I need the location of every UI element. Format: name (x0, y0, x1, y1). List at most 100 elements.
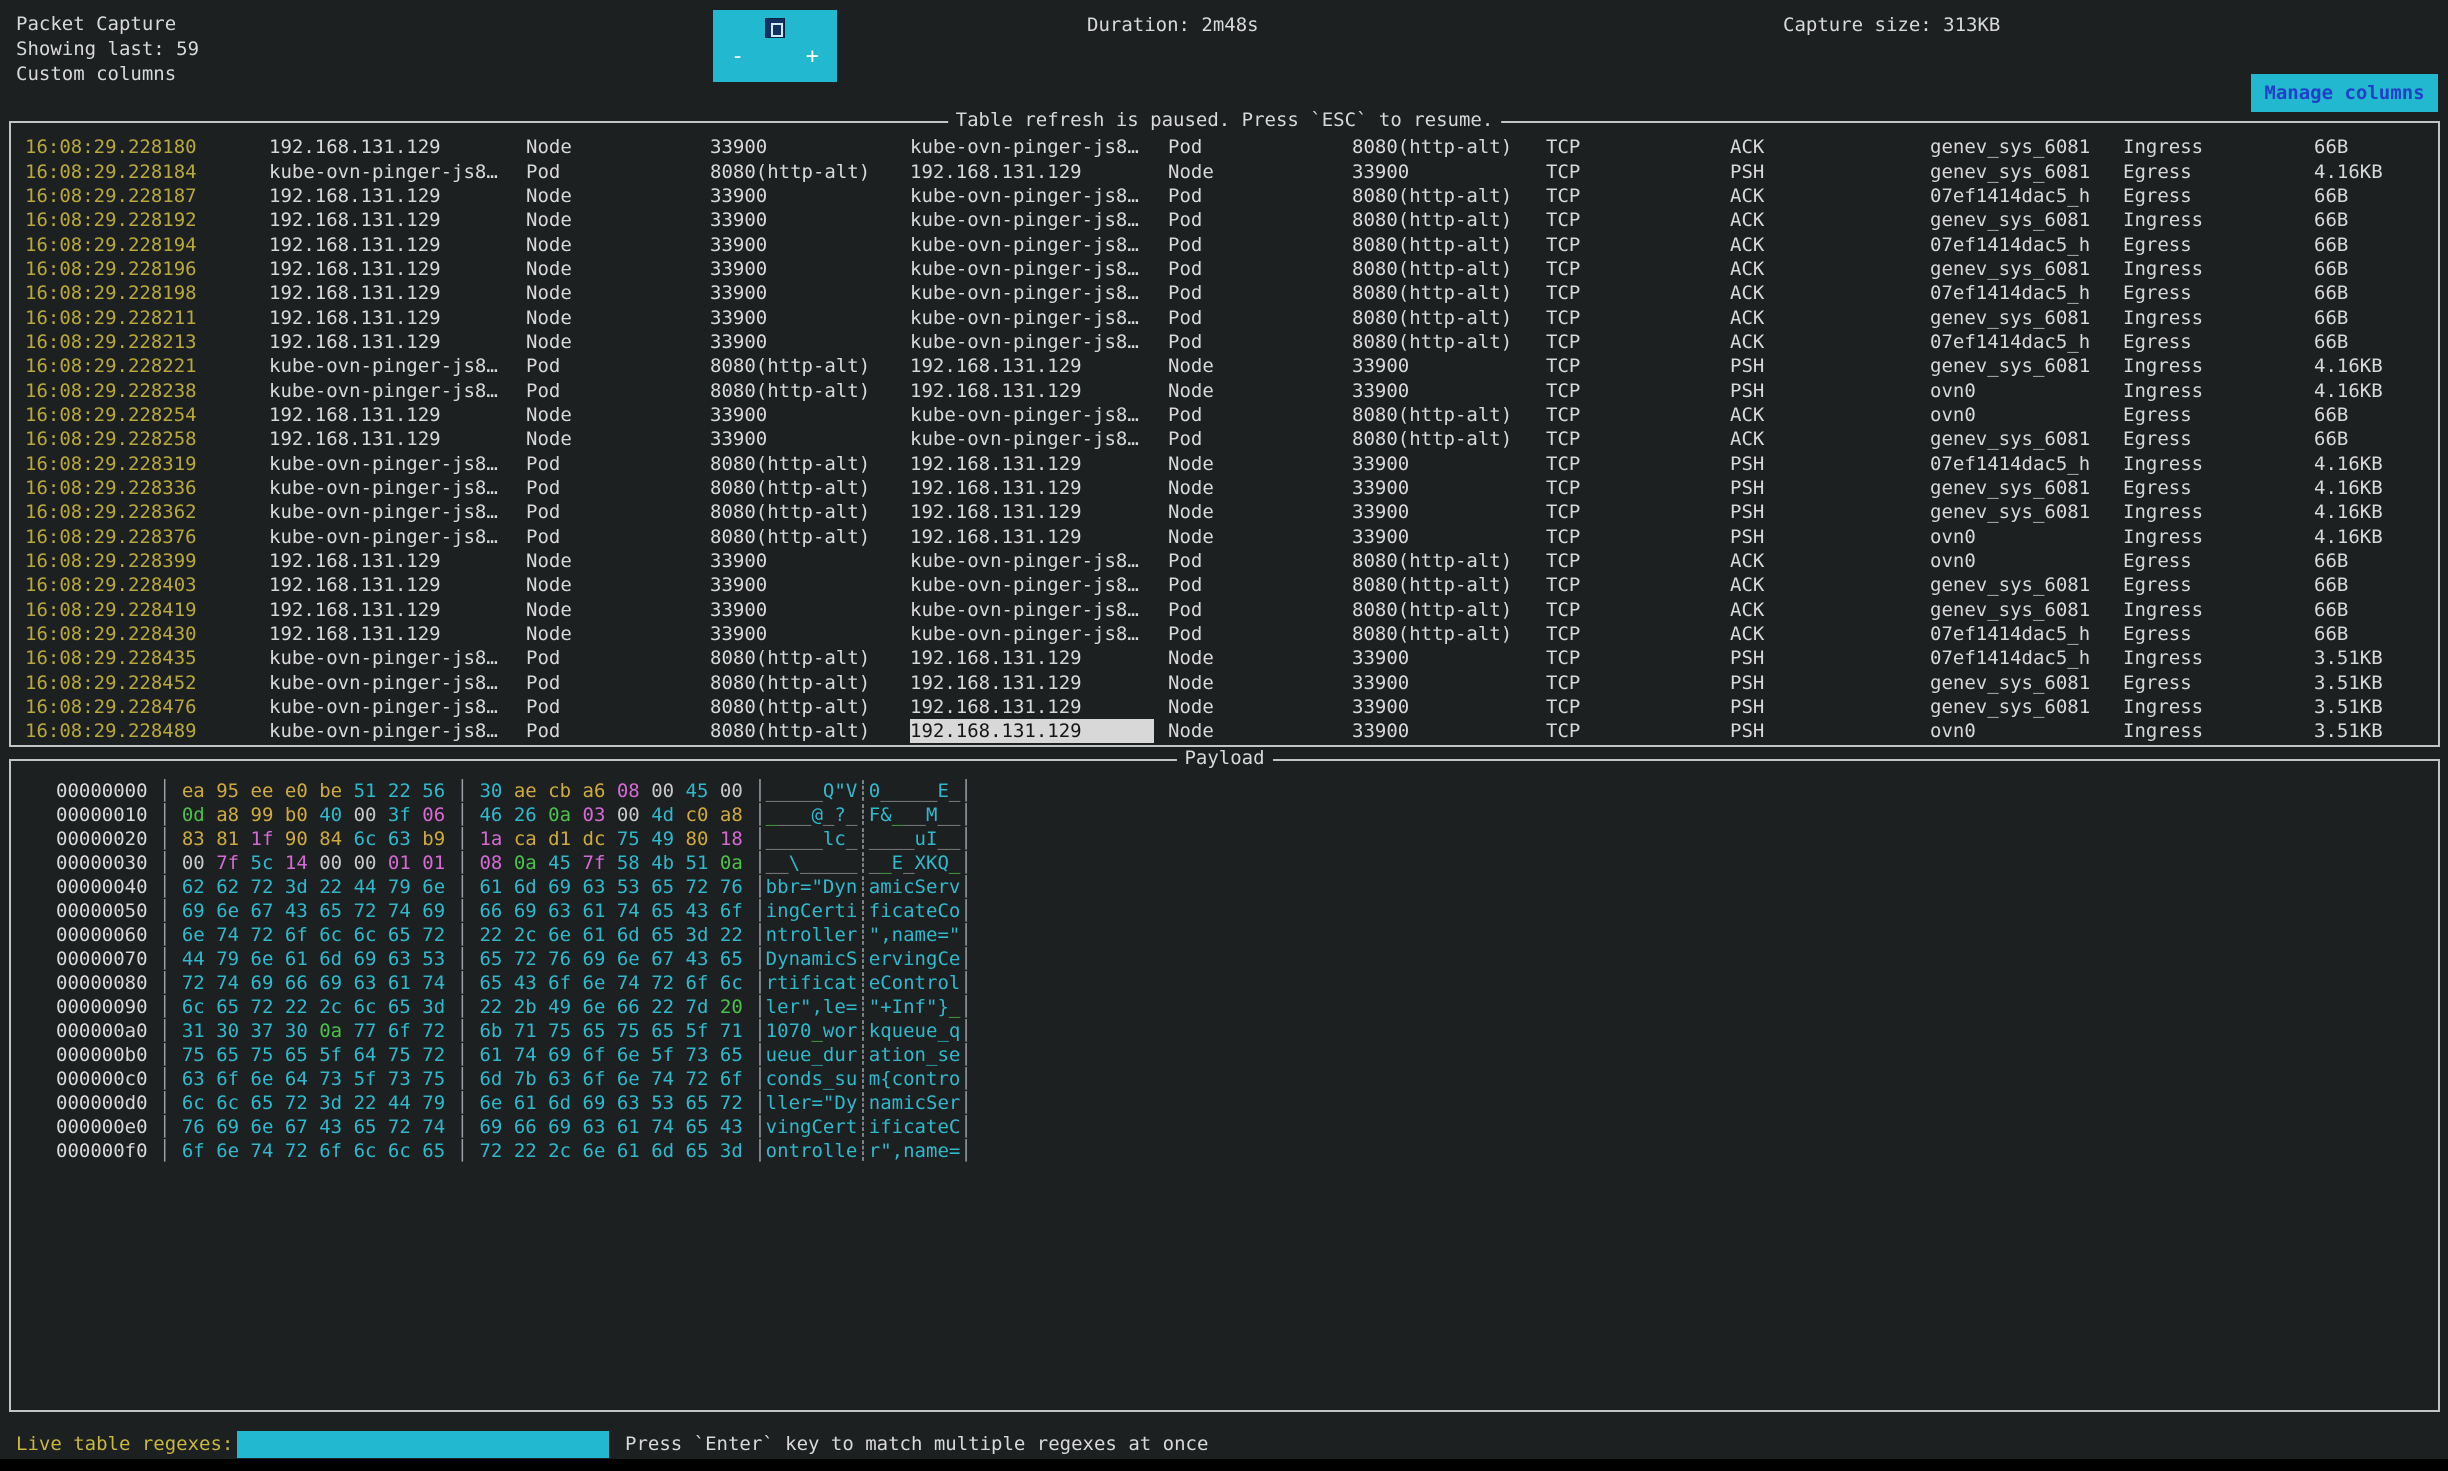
table-cell: Node (526, 233, 710, 257)
table-cell: Pod (526, 452, 710, 476)
payload-frame: Payload 00000000 │ ea 95 ee e0 be 51 22 … (9, 759, 2440, 1412)
table-cell: 16:08:29.228211 (25, 306, 269, 330)
table-row[interactable]: 16:08:29.228213192.168.131.129Node33900k… (11, 330, 2438, 354)
table-cell: Ingress (2123, 379, 2314, 403)
table-cell: 192.168.131.129 (269, 184, 526, 208)
hex-row: 00000020 │ 83 81 1f 90 84 6c 63 b9 │ 1a … (56, 827, 972, 851)
table-cell: TCP (1546, 549, 1730, 573)
table-row[interactable]: 16:08:29.228476kube-ovn-pinger-js8…Pod80… (11, 695, 2438, 719)
table-cell: ovn0 (1930, 525, 2123, 549)
table-cell: ovn0 (1930, 403, 2123, 427)
table-cell: Pod (526, 160, 710, 184)
table-cell: TCP (1546, 379, 1730, 403)
table-row[interactable]: 16:08:29.228194192.168.131.129Node33900k… (11, 232, 2438, 256)
table-cell: 16:08:29.228238 (25, 379, 269, 403)
table-cell: TCP (1546, 695, 1730, 719)
table-cell: Pod (526, 719, 710, 743)
table-cell: Node (1168, 354, 1352, 378)
table-cell: ACK (1730, 208, 1930, 232)
table-row[interactable]: 16:08:29.228362kube-ovn-pinger-js8…Pod80… (11, 500, 2438, 524)
table-cell: 33900 (1352, 476, 1546, 500)
table-cell: kube-ovn-pinger-js8… (269, 452, 526, 476)
table-cell: Pod (526, 525, 710, 549)
table-cell: Pod (1168, 135, 1352, 159)
table-cell: Pod (526, 695, 710, 719)
table-row[interactable]: 16:08:29.228430192.168.131.129Node33900k… (11, 622, 2438, 646)
table-cell: genev_sys_6081 (1930, 427, 2123, 451)
table-row[interactable]: 16:08:29.228336kube-ovn-pinger-js8…Pod80… (11, 476, 2438, 500)
table-cell: 16:08:29.228336 (25, 476, 269, 500)
table-cell: TCP (1546, 671, 1730, 695)
table-row[interactable]: 16:08:29.228180192.168.131.129Node33900k… (11, 135, 2438, 159)
table-cell: 16:08:29.228476 (25, 695, 269, 719)
table-cell: 8080(http-alt) (1352, 184, 1546, 208)
table-row[interactable]: 16:08:29.228258192.168.131.129Node33900k… (11, 427, 2438, 451)
table-cell: 07ef1414dac5_h (1930, 330, 2123, 354)
table-row[interactable]: 16:08:29.228221kube-ovn-pinger-js8…Pod80… (11, 354, 2438, 378)
table-row[interactable]: 16:08:29.228452kube-ovn-pinger-js8…Pod80… (11, 671, 2438, 695)
table-cell: Egress (2123, 427, 2314, 451)
table-row[interactable]: 16:08:29.228192192.168.131.129Node33900k… (11, 208, 2438, 232)
hex-row: 00000070 │ 44 79 6e 61 6d 69 63 53 │ 65 … (56, 947, 972, 971)
table-cell: Node (526, 306, 710, 330)
table-row[interactable]: 16:08:29.228184kube-ovn-pinger-js8…Pod80… (11, 159, 2438, 183)
packet-table-body[interactable]: 16:08:29.228180192.168.131.129Node33900k… (11, 135, 2438, 744)
table-cell: 16:08:29.228435 (25, 646, 269, 670)
table-cell: 66B (2314, 281, 2438, 305)
table-row[interactable]: 16:08:29.228403192.168.131.129Node33900k… (11, 573, 2438, 597)
header-info: Packet Capture Showing last: 59 Custom c… (16, 12, 199, 87)
table-cell: 16:08:29.228376 (25, 525, 269, 549)
table-row[interactable]: 16:08:29.228399192.168.131.129Node33900k… (11, 549, 2438, 573)
table-cell: genev_sys_6081 (1930, 500, 2123, 524)
table-cell: genev_sys_6081 (1930, 135, 2123, 159)
table-cell: 33900 (1352, 354, 1546, 378)
table-cell: kube-ovn-pinger-js8… (910, 598, 1168, 622)
table-row[interactable]: 16:08:29.228211192.168.131.129Node33900k… (11, 305, 2438, 329)
table-cell: Pod (1168, 233, 1352, 257)
table-row[interactable]: 16:08:29.228196192.168.131.129Node33900k… (11, 257, 2438, 281)
table-cell: ACK (1730, 573, 1930, 597)
table-cell: Node (526, 598, 710, 622)
table-cell: TCP (1546, 306, 1730, 330)
table-cell: Pod (1168, 598, 1352, 622)
table-cell: 8080(http-alt) (1352, 257, 1546, 281)
table-cell: kube-ovn-pinger-js8… (269, 695, 526, 719)
table-cell: 8080(http-alt) (710, 160, 910, 184)
table-cell: Pod (1168, 184, 1352, 208)
table-cell: Pod (526, 671, 710, 695)
table-row[interactable]: 16:08:29.228254192.168.131.129Node33900k… (11, 403, 2438, 427)
table-cell: Pod (526, 500, 710, 524)
table-cell: Egress (2123, 671, 2314, 695)
table-row[interactable]: 16:08:29.228198192.168.131.129Node33900k… (11, 281, 2438, 305)
zoom-control[interactable]: - + (713, 10, 837, 82)
table-cell: 16:08:29.228187 (25, 184, 269, 208)
table-row[interactable]: 16:08:29.228489kube-ovn-pinger-js8…Pod80… (11, 719, 2438, 743)
table-row[interactable]: 16:08:29.228376kube-ovn-pinger-js8…Pod80… (11, 525, 2438, 549)
table-row[interactable]: 16:08:29.228238kube-ovn-pinger-js8…Pod80… (11, 378, 2438, 402)
table-cell: TCP (1546, 622, 1730, 646)
table-cell: 33900 (710, 598, 910, 622)
table-cell: kube-ovn-pinger-js8… (910, 184, 1168, 208)
manage-columns-button[interactable]: Manage columns (2251, 74, 2438, 112)
hex-row: 000000f0 │ 6f 6e 74 72 6f 6c 6c 65 │ 72 … (56, 1139, 972, 1163)
table-cell: 16:08:29.228489 (25, 719, 269, 743)
zoom-in-button[interactable]: + (806, 44, 819, 69)
table-cell: 66B (2314, 573, 2438, 597)
table-cell: 192.168.131.129 (269, 427, 526, 451)
table-cell: PSH (1730, 500, 1930, 524)
table-row[interactable]: 16:08:29.228435kube-ovn-pinger-js8…Pod80… (11, 646, 2438, 670)
table-cell: 8080(http-alt) (710, 476, 910, 500)
table-cell: 8080(http-alt) (1352, 622, 1546, 646)
showing-last-label: Showing last: 59 (16, 37, 199, 62)
table-cell: Ingress (2123, 257, 2314, 281)
table-row[interactable]: 16:08:29.228187192.168.131.129Node33900k… (11, 184, 2438, 208)
table-cell: 3.51KB (2314, 646, 2438, 670)
table-cell: Pod (1168, 622, 1352, 646)
table-cell: 192.168.131.129 (910, 476, 1168, 500)
table-row[interactable]: 16:08:29.228419192.168.131.129Node33900k… (11, 598, 2438, 622)
table-cell: 33900 (1352, 379, 1546, 403)
table-cell: ACK (1730, 549, 1930, 573)
regex-input[interactable] (237, 1431, 609, 1458)
zoom-out-button[interactable]: - (731, 44, 744, 69)
table-row[interactable]: 16:08:29.228319kube-ovn-pinger-js8…Pod80… (11, 451, 2438, 475)
